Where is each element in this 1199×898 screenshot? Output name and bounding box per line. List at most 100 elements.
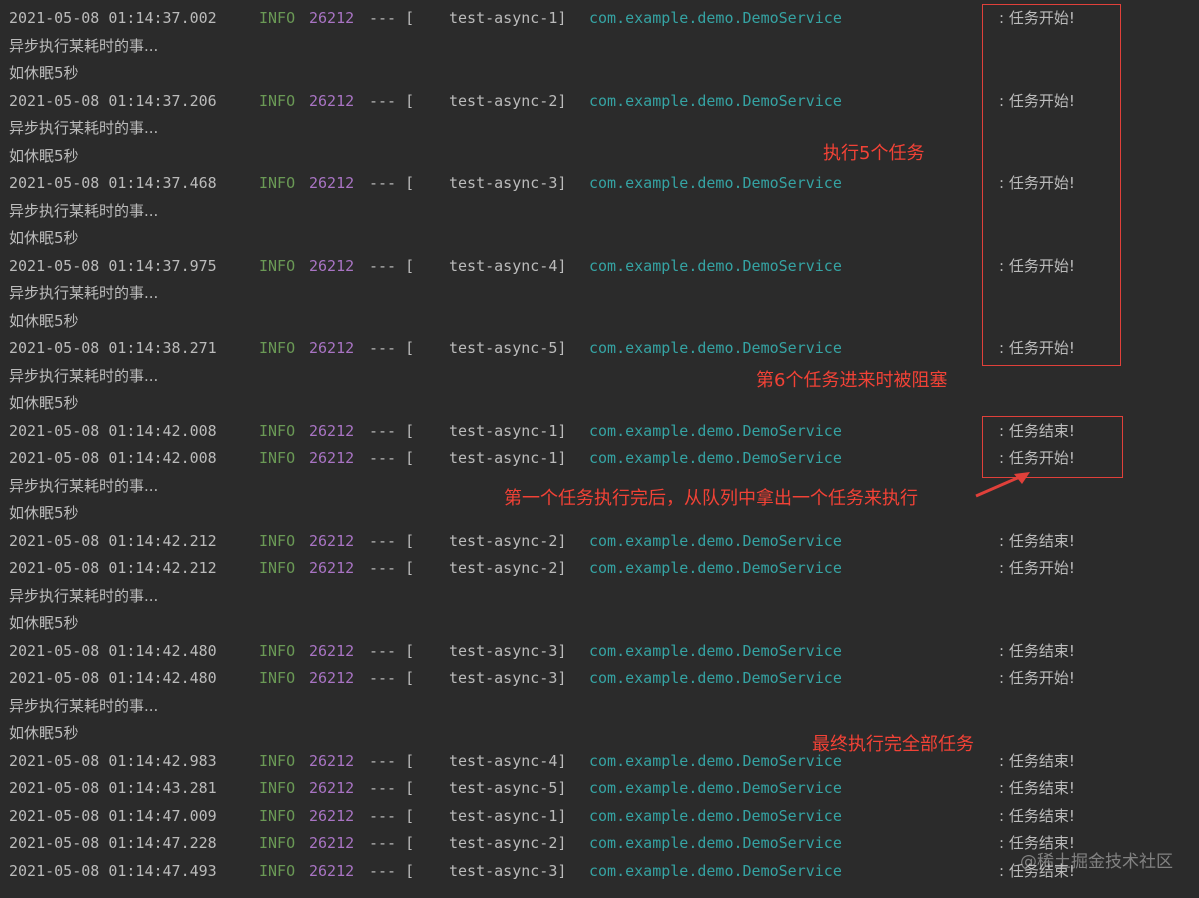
- log-separator: --- [: [369, 339, 415, 357]
- output-text: 异步执行某耗时的事...: [9, 696, 159, 715]
- log-level: INFO: [259, 834, 296, 852]
- log-level: INFO: [259, 91, 296, 110]
- log-pid: 26212: [309, 91, 355, 110]
- output-line: 异步执行某耗时的事...: [9, 33, 1194, 61]
- log-thread: test-async-5]: [449, 339, 567, 357]
- log-class: com.example.demo.DemoService: [589, 256, 842, 275]
- log-pid: 26212: [309, 834, 355, 852]
- output-line: 如休眠5秒: [9, 390, 1194, 418]
- output-text: 如休眠5秒: [9, 724, 79, 742]
- log-separator: --- [: [369, 449, 415, 467]
- log-pid: 26212: [309, 806, 355, 825]
- log-message: : 任务开始!: [999, 559, 1075, 577]
- log-line: 2021-05-08 01:14:43.281 INFO 26212 --- [tes…: [9, 775, 1194, 803]
- log-class: com.example.demo.DemoService: [589, 669, 842, 687]
- log-thread: test-async-2]: [449, 531, 567, 550]
- log-pid: 26212: [309, 449, 355, 467]
- output-text: 如休眠5秒: [9, 311, 79, 330]
- log-timestamp: 2021-05-08 01:14:43.281: [9, 779, 217, 797]
- log-thread: test-async-2]: [449, 834, 567, 852]
- log-thread: test-async-3]: [449, 861, 567, 880]
- output-text: 如休眠5秒: [9, 146, 79, 165]
- log-message: : 任务开始!: [999, 449, 1075, 467]
- log-level: INFO: [259, 9, 296, 27]
- log-message: : 任务结束!: [999, 806, 1075, 825]
- log-class: com.example.demo.DemoService: [589, 9, 842, 27]
- log-class: com.example.demo.DemoService: [589, 421, 842, 440]
- log-separator: --- [: [369, 669, 415, 687]
- log-timestamp: 2021-05-08 01:14:42.212: [9, 531, 217, 550]
- annotation-all-done: 最终执行完全部任务: [812, 734, 974, 755]
- output-text: 异步执行某耗时的事...: [9, 476, 159, 495]
- log-level: INFO: [259, 751, 296, 770]
- log-level: INFO: [259, 806, 296, 825]
- log-pid: 26212: [309, 669, 355, 687]
- log-timestamp: 2021-05-08 01:14:42.983: [9, 751, 217, 770]
- log-level: INFO: [259, 256, 296, 275]
- log-timestamp: 2021-05-08 01:14:42.212: [9, 559, 217, 577]
- log-timestamp: 2021-05-08 01:14:42.008: [9, 421, 217, 440]
- log-thread: test-async-1]: [449, 9, 567, 27]
- log-message: : 任务开始!: [999, 174, 1075, 192]
- log-line: 2021-05-08 01:14:42.212 INFO 26212 --- [tes…: [9, 528, 1194, 556]
- log-pid: 26212: [309, 9, 355, 27]
- annotation-five-tasks: 执行5个任务: [823, 143, 925, 164]
- output-line: 如休眠5秒: [9, 308, 1194, 336]
- output-line: 异步执行某耗时的事...: [9, 693, 1194, 721]
- log-pid: 26212: [309, 531, 355, 550]
- log-timestamp: 2021-05-08 01:14:37.975: [9, 256, 217, 275]
- log-pid: 26212: [309, 779, 355, 797]
- log-line: 2021-05-08 01:14:37.468 INFO 26212 --- [tes…: [9, 170, 1194, 198]
- log-pid: 26212: [309, 339, 355, 357]
- annotation-sixth-blocked: 第6个任务进来时被阻塞: [756, 370, 948, 391]
- log-timestamp: 2021-05-08 01:14:47.493: [9, 861, 217, 880]
- annotation-arrow: [975, 472, 1030, 498]
- log-level: INFO: [259, 339, 296, 357]
- log-pid: 26212: [309, 256, 355, 275]
- log-message: : 任务结束!: [999, 641, 1075, 660]
- log-message: : 任务开始!: [999, 256, 1075, 275]
- log-line: 2021-05-08 01:14:37.975 INFO 26212 --- [tes…: [9, 253, 1194, 281]
- log-class: com.example.demo.DemoService: [589, 861, 842, 880]
- log-timestamp: 2021-05-08 01:14:47.009: [9, 806, 217, 825]
- log-timestamp: 2021-05-08 01:14:37.206: [9, 91, 217, 110]
- output-line: 如休眠5秒: [9, 225, 1194, 253]
- output-line: 异步执行某耗时的事...: [9, 583, 1194, 611]
- log-line: 2021-05-08 01:14:42.008 INFO 26212 --- [tes…: [9, 418, 1194, 446]
- watermark: @稀土掘金技术社区: [1020, 852, 1173, 872]
- log-class: com.example.demo.DemoService: [589, 559, 842, 577]
- output-text: 如休眠5秒: [9, 614, 79, 632]
- log-line: 2021-05-08 01:14:42.480 INFO 26212 --- [tes…: [9, 638, 1194, 666]
- log-message: : 任务结束!: [999, 531, 1075, 550]
- log-timestamp: 2021-05-08 01:14:42.480: [9, 641, 217, 660]
- log-message: : 任务结束!: [999, 751, 1075, 770]
- log-thread: test-async-4]: [449, 751, 567, 770]
- log-thread: test-async-2]: [449, 559, 567, 577]
- log-line: 2021-05-08 01:14:47.009 INFO 26212 --- [tes…: [9, 803, 1194, 831]
- log-class: com.example.demo.DemoService: [589, 531, 842, 550]
- output-line: 异步执行某耗时的事...: [9, 198, 1194, 226]
- log-separator: --- [: [369, 641, 415, 660]
- log-class: com.example.demo.DemoService: [589, 779, 842, 797]
- annotation-first-done: 第一个任务执行完后，从队列中拿出一个任务来执行: [504, 488, 918, 509]
- log-level: INFO: [259, 669, 296, 687]
- log-thread: test-async-1]: [449, 421, 567, 440]
- output-text: 如休眠5秒: [9, 64, 79, 82]
- log-message: : 任务结束!: [999, 421, 1075, 440]
- log-line: 2021-05-08 01:14:37.206 INFO 26212 --- [tes…: [9, 88, 1194, 116]
- log-line: 2021-05-08 01:14:37.002 INFO 26212 --- [tes…: [9, 5, 1194, 33]
- log-pid: 26212: [309, 861, 355, 880]
- log-pid: 26212: [309, 174, 355, 192]
- log-message: : 任务结束!: [999, 779, 1075, 797]
- log-timestamp: 2021-05-08 01:14:38.271: [9, 339, 217, 357]
- log-thread: test-async-3]: [449, 669, 567, 687]
- log-separator: --- [: [369, 834, 415, 852]
- output-line: 异步执行某耗时的事...: [9, 280, 1194, 308]
- log-line: 2021-05-08 01:14:42.008 INFO 26212 --- [tes…: [9, 445, 1194, 473]
- log-thread: test-async-3]: [449, 641, 567, 660]
- log-separator: --- [: [369, 806, 415, 825]
- output-line: 异步执行某耗时的事...: [9, 363, 1194, 391]
- output-text: 异步执行某耗时的事...: [9, 201, 159, 220]
- output-line: 如休眠5秒: [9, 610, 1194, 638]
- log-class: com.example.demo.DemoService: [589, 834, 842, 852]
